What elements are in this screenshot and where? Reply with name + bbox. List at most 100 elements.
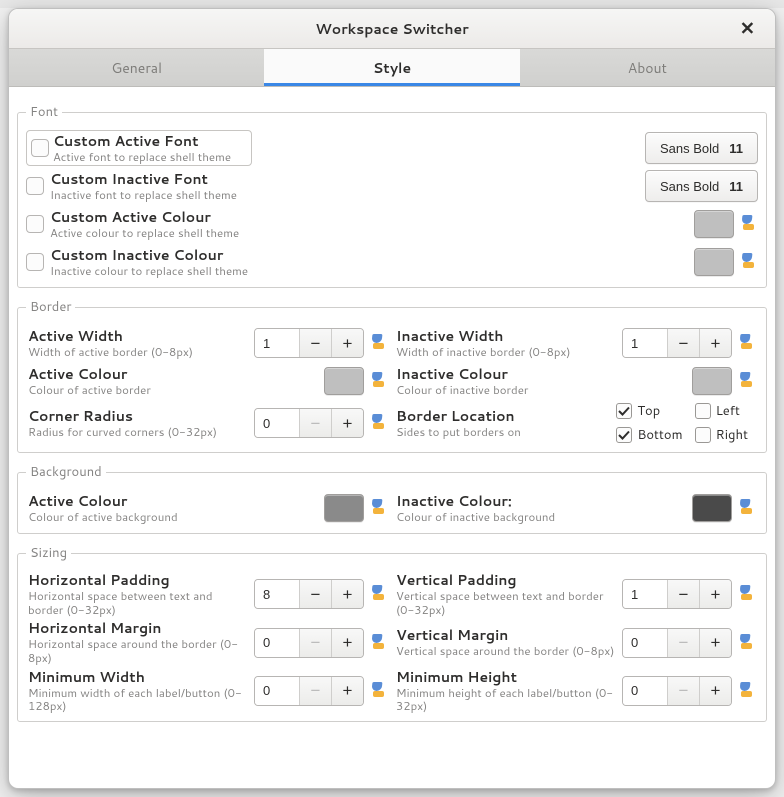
- spin-vpad: − +: [622, 579, 732, 609]
- inc-inactive-width[interactable]: +: [699, 329, 731, 357]
- inc-hmargin[interactable]: +: [331, 629, 363, 657]
- content-area: Font Custom Active Font Active font to r…: [9, 87, 775, 788]
- spin-minh: − +: [622, 676, 732, 706]
- reset-icon[interactable]: [740, 253, 758, 271]
- dec-active-width[interactable]: −: [299, 329, 331, 357]
- input-hpad[interactable]: [255, 580, 299, 608]
- checkbox-custom-active-font[interactable]: [31, 139, 49, 157]
- font-size-active: 11: [729, 141, 743, 156]
- reset-icon[interactable]: [740, 215, 758, 233]
- swatch-border-inactive[interactable]: [692, 367, 732, 395]
- sub-inactive-width: Width of inactive border (0-8px): [396, 345, 616, 359]
- label-right: Right: [716, 426, 748, 444]
- dec-vpad[interactable]: −: [667, 580, 699, 608]
- spin-inactive-width: − +: [622, 328, 732, 358]
- label-border-active-colour: Active Colour: [28, 366, 318, 383]
- swatch-font-active[interactable]: [694, 210, 734, 238]
- reset-icon[interactable]: [738, 682, 756, 700]
- inc-corner-radius[interactable]: +: [331, 409, 363, 437]
- label-bg-inactive: Inactive Colour:: [396, 493, 686, 510]
- inc-hpad[interactable]: +: [331, 580, 363, 608]
- input-minh[interactable]: [623, 677, 667, 705]
- tab-bar: General Style About: [9, 49, 775, 87]
- dec-hmargin[interactable]: −: [299, 629, 331, 657]
- font-button-inactive[interactable]: Sans Bold 11: [645, 170, 758, 202]
- dec-corner-radius[interactable]: −: [299, 409, 331, 437]
- label-border-location: Border Location: [396, 408, 610, 425]
- reset-icon[interactable]: [370, 372, 388, 390]
- sub-hpad: Horizontal space between text and border…: [28, 589, 248, 617]
- swatch-font-inactive[interactable]: [694, 248, 734, 276]
- reset-icon[interactable]: [738, 372, 756, 390]
- inc-active-width[interactable]: +: [331, 329, 363, 357]
- inc-minw[interactable]: +: [331, 677, 363, 705]
- spin-hmargin: − +: [254, 628, 364, 658]
- dec-hpad[interactable]: −: [299, 580, 331, 608]
- checkbox-custom-inactive-font[interactable]: [26, 177, 44, 195]
- input-minw[interactable]: [255, 677, 299, 705]
- checkbox-right[interactable]: [695, 427, 711, 443]
- sub-border-active-colour: Colour of active border: [28, 383, 318, 397]
- reset-icon[interactable]: [370, 414, 388, 432]
- tab-style[interactable]: Style: [264, 49, 519, 86]
- reset-icon[interactable]: [370, 585, 388, 603]
- reset-icon[interactable]: [738, 634, 756, 652]
- close-button[interactable]: ✕: [732, 14, 763, 43]
- reset-icon[interactable]: [370, 634, 388, 652]
- label-corner-radius: Corner Radius: [28, 408, 248, 425]
- label-bottom: Bottom: [637, 426, 682, 444]
- reset-icon[interactable]: [738, 585, 756, 603]
- checkbox-custom-active-colour[interactable]: [26, 215, 44, 233]
- sub-minw: Minimum width of each label/button (0-12…: [28, 686, 248, 714]
- swatch-bg-active[interactable]: [324, 494, 364, 522]
- spin-corner-radius: − +: [254, 408, 364, 438]
- reset-icon[interactable]: [738, 499, 756, 517]
- checkbox-custom-inactive-colour[interactable]: [26, 253, 44, 271]
- sub-hmargin: Horizontal space around the border (0-8p…: [28, 637, 248, 665]
- reset-icon[interactable]: [370, 334, 388, 352]
- sub-bg-active: Colour of active background: [28, 510, 318, 524]
- reset-icon[interactable]: [738, 334, 756, 352]
- checkbox-left[interactable]: [695, 403, 711, 419]
- swatch-border-active[interactable]: [324, 367, 364, 395]
- dec-inactive-width[interactable]: −: [667, 329, 699, 357]
- label-bg-active: Active Colour: [28, 493, 318, 510]
- group-background-legend: Background: [26, 463, 106, 481]
- sub-vpad: Vertical space between text and border (…: [396, 589, 616, 617]
- spin-vmargin: − +: [622, 628, 732, 658]
- group-font-legend: Font: [26, 103, 62, 121]
- input-hmargin[interactable]: [255, 629, 299, 657]
- sub-custom-inactive-font: Inactive font to replace shell theme: [50, 188, 639, 202]
- reset-icon[interactable]: [370, 499, 388, 517]
- swatch-bg-inactive[interactable]: [692, 494, 732, 522]
- sub-vmargin: Vertical space around the border (0-8px): [396, 644, 616, 658]
- tab-general[interactable]: General: [9, 49, 264, 86]
- inc-minh[interactable]: +: [699, 677, 731, 705]
- checkbox-top[interactable]: [616, 403, 632, 419]
- input-inactive-width[interactable]: [623, 329, 667, 357]
- input-vpad[interactable]: [623, 580, 667, 608]
- group-font: Font Custom Active Font Active font to r…: [17, 103, 767, 288]
- dec-minw[interactable]: −: [299, 677, 331, 705]
- label-active-width: Active Width: [28, 328, 248, 345]
- label-border-inactive-colour: Inactive Colour: [396, 366, 686, 383]
- dec-vmargin[interactable]: −: [667, 629, 699, 657]
- label-custom-inactive-colour: Custom Inactive Colour: [50, 247, 688, 264]
- font-size-inactive: 11: [729, 179, 743, 194]
- font-button-active[interactable]: Sans Bold 11: [645, 132, 758, 164]
- sub-custom-active-colour: Active colour to replace shell theme: [50, 226, 688, 240]
- inc-vmargin[interactable]: +: [699, 629, 731, 657]
- dec-minh[interactable]: −: [667, 677, 699, 705]
- reset-icon[interactable]: [370, 682, 388, 700]
- input-active-width[interactable]: [255, 329, 299, 357]
- inc-vpad[interactable]: +: [699, 580, 731, 608]
- checkbox-bottom[interactable]: [616, 427, 632, 443]
- input-corner-radius[interactable]: [255, 409, 299, 437]
- spin-active-width: − +: [254, 328, 364, 358]
- tab-about[interactable]: About: [520, 49, 775, 86]
- sub-border-inactive-colour: Colour of inactive border: [396, 383, 686, 397]
- group-sizing: Sizing Horizontal Padding Horizontal spa…: [17, 544, 767, 722]
- input-vmargin[interactable]: [623, 629, 667, 657]
- font-name-active: Sans Bold: [660, 141, 719, 156]
- spin-hpad: − +: [254, 579, 364, 609]
